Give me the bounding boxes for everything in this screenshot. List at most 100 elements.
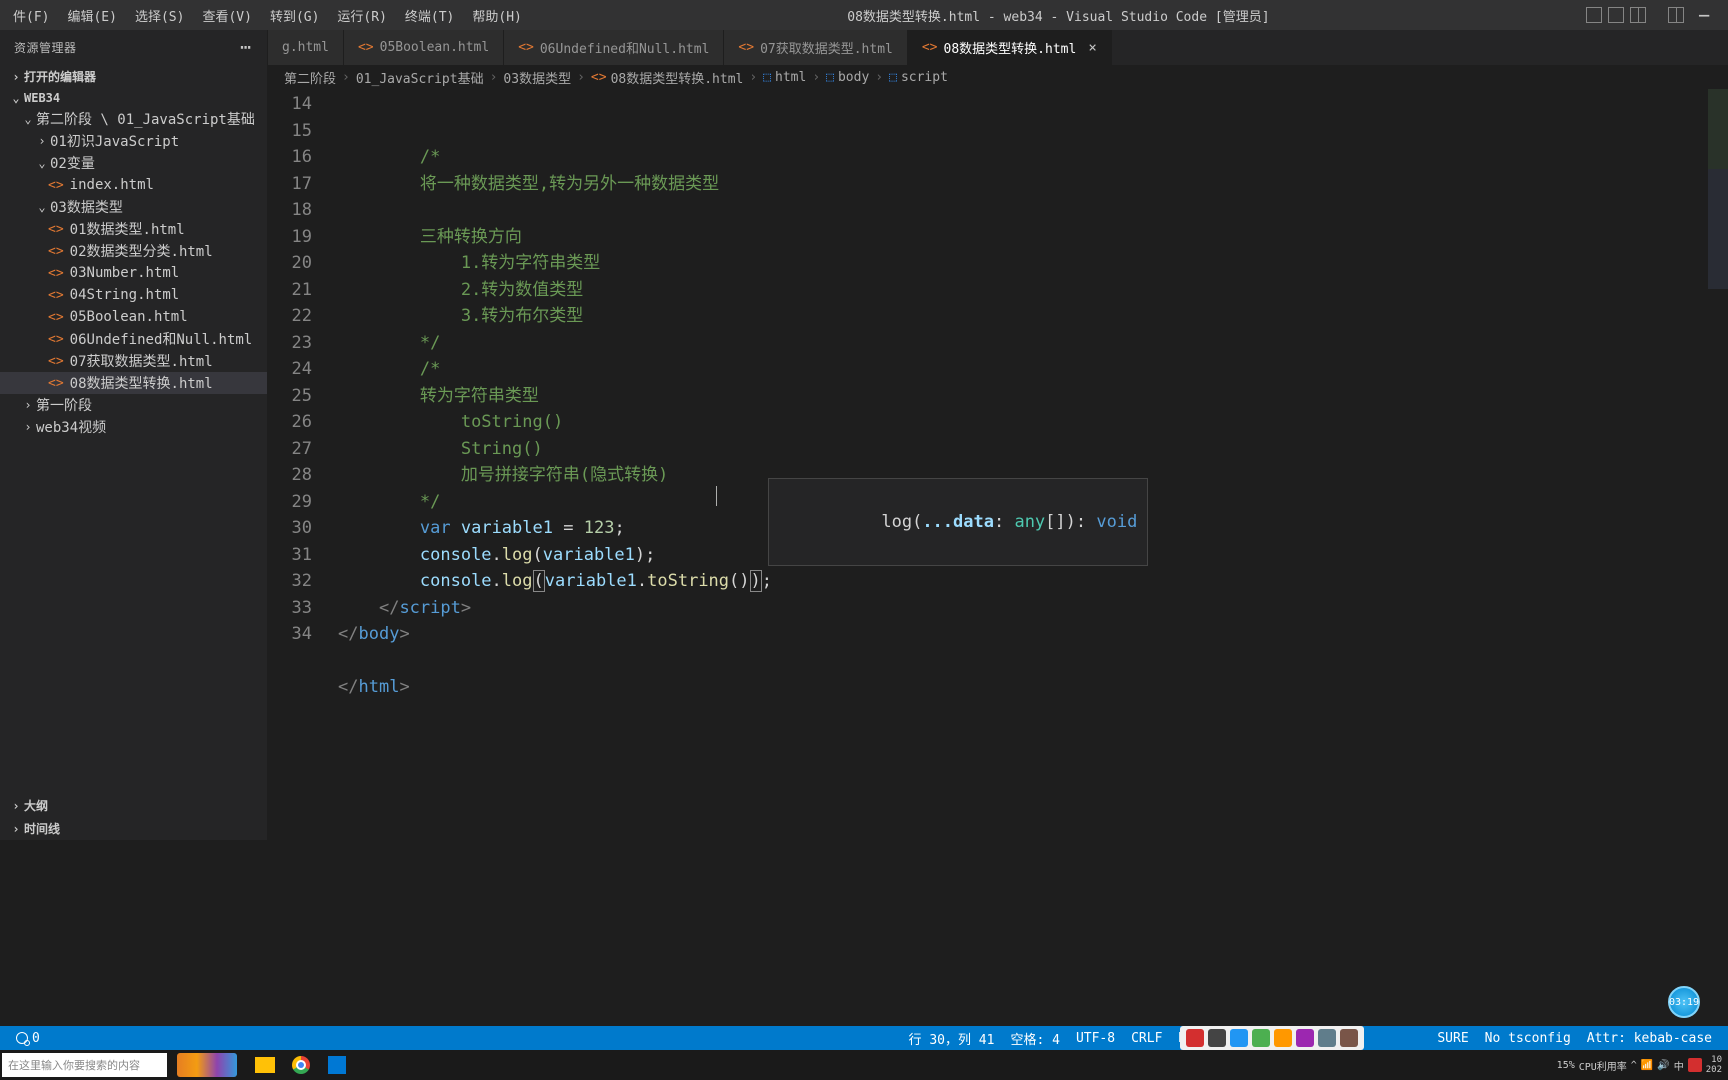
more-icon[interactable]: ⋯ — [240, 37, 253, 58]
vscode-icon[interactable] — [319, 1051, 355, 1079]
section-outline[interactable]: › 大纲 — [0, 794, 267, 817]
close-icon[interactable]: × — [1088, 40, 1096, 56]
breadcrumb-segment[interactable]: 03数据类型 — [503, 68, 571, 87]
layout-icon-3[interactable] — [1630, 7, 1646, 23]
line-number: 32 — [268, 568, 312, 595]
file-item[interactable]: <>index.html — [0, 174, 267, 196]
section-open-editors[interactable]: › 打开的编辑器 — [0, 65, 267, 88]
html-file-icon: <> — [48, 354, 64, 369]
ime-mic-icon[interactable] — [1252, 1029, 1270, 1047]
folder-item[interactable]: ⌄02变量 — [0, 152, 267, 174]
status-attr[interactable]: Attr: kebab-case — [1579, 1031, 1720, 1046]
menu-go[interactable]: 转到(G) — [261, 2, 328, 29]
tray-up-icon[interactable]: ^ — [1631, 1060, 1637, 1071]
code-line[interactable] — [338, 197, 1728, 224]
windows-taskbar: 在这里输入你要搜索的内容 15% CPU利用率 ^ 📶 🔊 中 10202 — [0, 1050, 1728, 1080]
timer-badge[interactable]: 03:19 — [1668, 986, 1700, 1018]
layout-icon-1[interactable] — [1586, 7, 1602, 23]
ime-punct-icon[interactable] — [1230, 1029, 1248, 1047]
file-item[interactable]: <>02数据类型分类.html — [0, 240, 267, 262]
chrome-icon[interactable] — [283, 1051, 319, 1079]
ime-skin-icon[interactable] — [1296, 1029, 1314, 1047]
folder-item[interactable]: ›01初识JavaScript — [0, 130, 267, 152]
code-line[interactable]: </body> — [338, 621, 1728, 648]
code-line[interactable] — [338, 648, 1728, 675]
line-numbers: 1415161718192021222324252627282930313233… — [268, 89, 338, 840]
breadcrumb-segment[interactable]: html — [775, 70, 806, 85]
menu-edit[interactable]: 编辑(E) — [58, 2, 125, 29]
editor-tab[interactable]: <>05Boolean.html — [344, 30, 504, 65]
ime-emoji-icon[interactable] — [1274, 1029, 1292, 1047]
code-line[interactable]: 转为字符串类型 — [338, 383, 1728, 410]
code-content[interactable]: /* 将一种数据类型,转为另外一种数据类型 三种转换方向 1.转为字符串类型 2… — [338, 89, 1728, 840]
layout-icon-4[interactable] — [1668, 7, 1684, 23]
editor-tab[interactable]: <>06Undefined和Null.html — [504, 30, 724, 65]
file-item[interactable]: <>05Boolean.html — [0, 306, 267, 328]
code-editor[interactable]: 1415161718192021222324252627282930313233… — [268, 89, 1728, 840]
menu-selection[interactable]: 选择(S) — [126, 2, 193, 29]
section-timeline[interactable]: › 时间线 — [0, 817, 267, 840]
folder-item[interactable]: ⌄03数据类型 — [0, 196, 267, 218]
tray-volume-icon[interactable]: 🔊 — [1657, 1060, 1669, 1071]
code-line[interactable]: console.log(variable1.toString()); — [338, 568, 1728, 595]
code-line[interactable]: 3.转为布尔类型 — [338, 303, 1728, 330]
tray-ime-icon[interactable]: 中 — [1674, 1058, 1684, 1073]
code-line[interactable]: 1.转为字符串类型 — [338, 250, 1728, 277]
menu-run[interactable]: 运行(R) — [328, 2, 395, 29]
editor-tab[interactable]: <>08数据类型转换.html× — [908, 30, 1112, 65]
editor-tab[interactable]: <>07获取数据类型.html — [724, 30, 907, 65]
folder-item[interactable]: ›第一阶段 — [0, 394, 267, 416]
file-explorer-icon[interactable] — [247, 1051, 283, 1079]
breadcrumb-segment[interactable]: script — [901, 70, 948, 85]
tray-wifi-icon[interactable]: 📶 — [1641, 1060, 1653, 1071]
line-number: 30 — [268, 515, 312, 542]
code-line[interactable]: </script> — [338, 595, 1728, 622]
breadcrumb-segment[interactable]: body — [838, 70, 869, 85]
editor-tab[interactable]: g.html — [268, 30, 344, 65]
ime-zh-icon[interactable] — [1208, 1029, 1226, 1047]
ime-s-icon[interactable] — [1186, 1029, 1204, 1047]
layout-icon-2[interactable] — [1608, 7, 1624, 23]
menu-terminal[interactable]: 终端(T) — [396, 2, 463, 29]
minimap[interactable] — [1708, 89, 1728, 289]
ime-toolbar[interactable] — [1180, 1026, 1364, 1050]
tray-sogou-icon[interactable] — [1688, 1058, 1702, 1072]
section-project[interactable]: ⌄ WEB34 — [0, 88, 267, 108]
file-item[interactable]: <>03Number.html — [0, 262, 267, 284]
code-line[interactable]: /* — [338, 356, 1728, 383]
taskbar-weather[interactable] — [177, 1053, 237, 1077]
ime-tool-icon[interactable] — [1318, 1029, 1336, 1047]
file-item[interactable]: <>06Undefined和Null.html — [0, 328, 267, 350]
code-line[interactable]: 2.转为数值类型 — [338, 277, 1728, 304]
breadcrumb-segment[interactable]: 第二阶段 — [284, 68, 336, 87]
minimize-button[interactable]: − — [1690, 3, 1718, 27]
file-item[interactable]: <>08数据类型转换.html — [0, 372, 267, 394]
status-encoding[interactable]: UTF-8 — [1068, 1031, 1123, 1046]
breadcrumb[interactable]: 第二阶段›01_JavaScript基础›03数据类型›<>08数据类型转换.h… — [268, 65, 1728, 89]
file-item[interactable]: <>01数据类型.html — [0, 218, 267, 240]
folder-item[interactable]: ›web34视频 — [0, 416, 267, 438]
menu-help[interactable]: 帮助(H) — [463, 2, 530, 29]
code-line[interactable]: */ — [338, 330, 1728, 357]
status-tsconfig[interactable]: No tsconfig — [1477, 1031, 1579, 1046]
breadcrumb-segment[interactable]: 08数据类型转换.html — [611, 68, 744, 87]
status-problems[interactable]: 0 — [32, 1031, 40, 1046]
code-line[interactable]: </html> — [338, 674, 1728, 701]
code-line[interactable]: 三种转换方向 — [338, 224, 1728, 251]
status-sure[interactable]: SURE — [1429, 1031, 1476, 1046]
file-item[interactable]: <>07获取数据类型.html — [0, 350, 267, 372]
code-line[interactable]: String() — [338, 436, 1728, 463]
menu-file[interactable]: 件(F) — [4, 2, 58, 29]
code-line[interactable]: /* — [338, 144, 1728, 171]
status-eol[interactable]: CRLF — [1123, 1031, 1170, 1046]
menu-view[interactable]: 查看(V) — [193, 2, 260, 29]
status-cursor[interactable]: 行 30，列 41 — [901, 1029, 1003, 1048]
taskbar-search[interactable]: 在这里输入你要搜索的内容 — [2, 1053, 167, 1077]
code-line[interactable]: 将一种数据类型,转为另外一种数据类型 — [338, 171, 1728, 198]
ime-settings-icon[interactable] — [1340, 1029, 1358, 1047]
status-spaces[interactable]: 空格: 4 — [1002, 1029, 1067, 1048]
file-item[interactable]: <>04String.html — [0, 284, 267, 306]
code-line[interactable]: toString() — [338, 409, 1728, 436]
folder-item[interactable]: ⌄第二阶段 \ 01_JavaScript基础 — [0, 108, 267, 130]
breadcrumb-segment[interactable]: 01_JavaScript基础 — [356, 68, 484, 87]
